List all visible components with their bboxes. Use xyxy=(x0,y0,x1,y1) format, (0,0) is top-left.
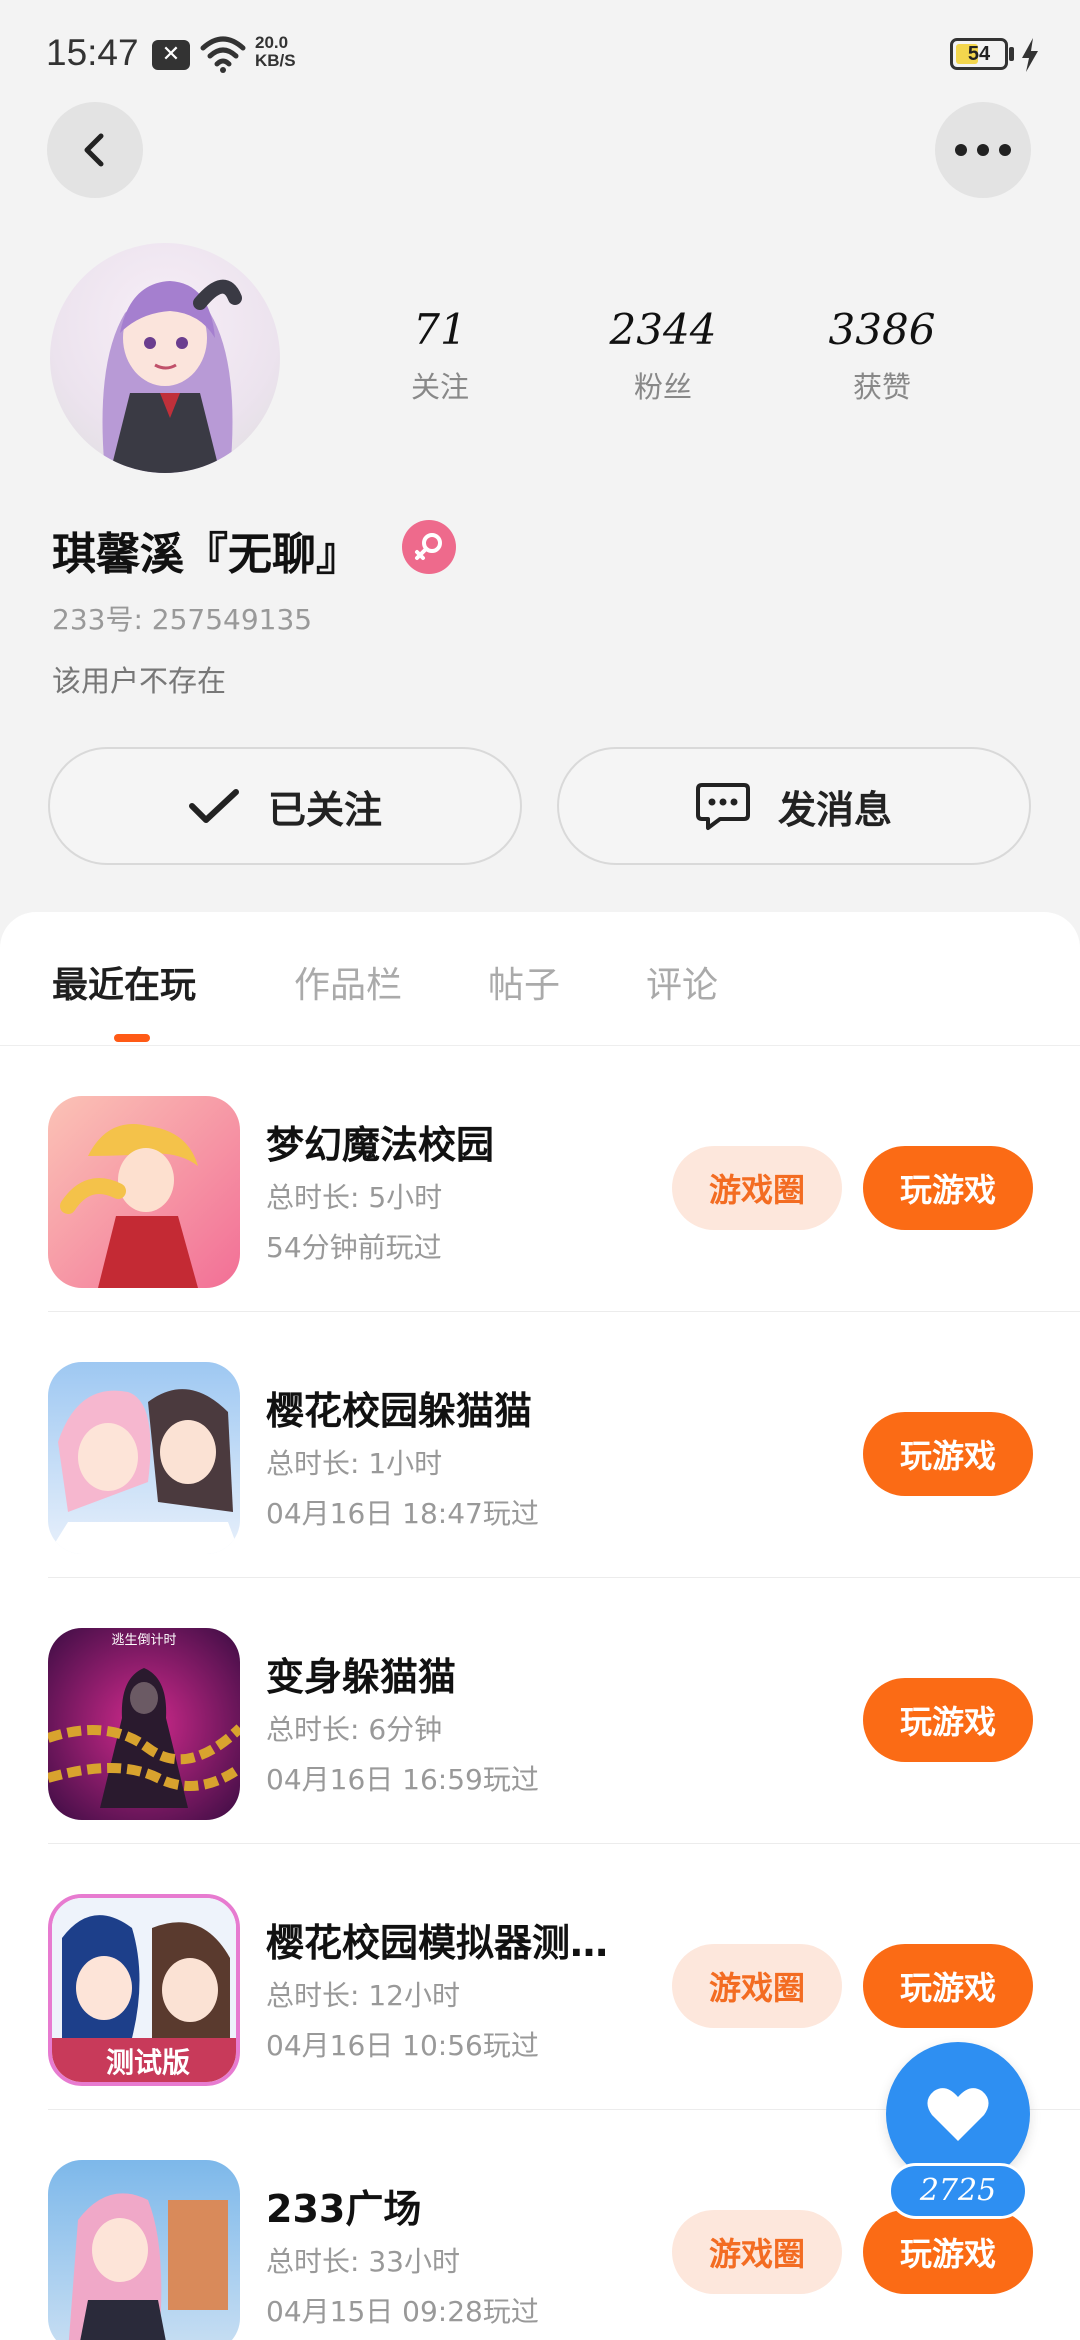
game-title: 樱花校园躲猫猫 xyxy=(266,1389,533,1433)
game-icon-art: 测试版 xyxy=(52,1898,236,2082)
game-title: 樱花校园模拟器测… xyxy=(266,1921,609,1965)
battery-tip xyxy=(1009,47,1014,61)
game-circle-button[interactable]: 游戏圈 xyxy=(672,2210,842,2294)
tab-comments[interactable]: 评论 xyxy=(646,956,718,1008)
stat-following-label: 关注 xyxy=(410,370,469,404)
avatar[interactable] xyxy=(50,243,280,473)
network-speed-unit: KB/S xyxy=(255,51,296,70)
user-bio: 该用户不存在 xyxy=(52,664,227,698)
game-icon-badge: 测试版 xyxy=(106,2046,190,2079)
game-last-played: 54分钟前玩过 xyxy=(266,1231,442,1264)
like-count: 2725 xyxy=(888,2163,1028,2219)
chat-bubble-icon xyxy=(695,783,750,830)
tab-recent-play[interactable]: 最近在玩 xyxy=(52,956,196,1008)
game-last-played: 04月16日 16:59玩过 xyxy=(266,1763,539,1796)
game-total-time: 总时长: 5小时 xyxy=(266,1181,443,1214)
stat-likes-value: 3386 xyxy=(828,305,936,354)
status-time: 15:47 xyxy=(46,32,139,73)
stat-followers-label: 粉丝 xyxy=(633,370,692,404)
status-bar: 15:47 ✕ 20.0 KB/S 54 xyxy=(0,0,1080,110)
avatar-image xyxy=(102,279,242,473)
stat-likes[interactable]: 3386 获赞 xyxy=(792,305,972,406)
more-dots-icon xyxy=(955,144,1011,156)
stat-followers[interactable]: 2344 粉丝 xyxy=(573,305,753,406)
play-game-button[interactable]: 玩游戏 xyxy=(863,1678,1033,1762)
play-game-button[interactable]: 玩游戏 xyxy=(863,2210,1033,2294)
game-icon[interactable]: 测试版 xyxy=(48,1894,240,2086)
game-last-played: 04月16日 10:56玩过 xyxy=(266,2029,539,2062)
game-title: 梦幻魔法校园 xyxy=(266,1123,495,1167)
message-button[interactable]: 发消息 xyxy=(557,747,1031,865)
tab-works[interactable]: 作品栏 xyxy=(294,956,402,1008)
game-last-played: 04月16日 18:47玩过 xyxy=(266,1497,539,1530)
network-speed-value: 20.0 xyxy=(255,33,289,52)
message-label: 发消息 xyxy=(777,787,892,832)
play-game-button[interactable]: 玩游戏 xyxy=(863,1412,1033,1496)
username: 琪馨溪『无聊』 xyxy=(52,529,360,580)
user-id: 233号: 257549135 xyxy=(52,603,313,636)
profile-screen: 15:47 ✕ 20.0 KB/S 54 71 关注 2344 粉丝 3386 … xyxy=(0,0,1080,2340)
game-total-time: 总时长: 12小时 xyxy=(266,1979,460,2012)
game-icon-art xyxy=(48,1096,240,1288)
network-speed: 20.0 KB/S xyxy=(255,34,296,70)
female-icon xyxy=(402,520,456,574)
game-row[interactable]: 樱花校园躲猫猫 总时长: 1小时 04月16日 18:47玩过 玩游戏 xyxy=(48,1312,1080,1578)
check-icon xyxy=(188,789,239,823)
stat-followers-value: 2344 xyxy=(609,305,717,354)
play-game-button[interactable]: 玩游戏 xyxy=(863,1146,1033,1230)
tab-posts[interactable]: 帖子 xyxy=(488,956,560,1008)
game-title: 233广场 xyxy=(266,2187,422,2231)
game-icon-art xyxy=(48,1362,240,1554)
game-circle-button[interactable]: 游戏圈 xyxy=(672,1146,842,1230)
followed-button[interactable]: 已关注 xyxy=(48,747,522,865)
wifi-icon xyxy=(200,36,246,73)
heart-icon xyxy=(927,2088,989,2141)
game-icon[interactable] xyxy=(48,1096,240,1288)
tab-bar: 最近在玩 作品栏 帖子 评论 xyxy=(0,912,1080,1046)
battery-icon: 54 xyxy=(950,38,1008,70)
stat-likes-label: 获赞 xyxy=(852,370,911,404)
game-icon-art xyxy=(48,2160,240,2340)
back-button[interactable] xyxy=(47,102,143,198)
game-icon[interactable] xyxy=(48,2160,240,2340)
charging-icon xyxy=(1022,38,1038,72)
stat-following[interactable]: 71 关注 xyxy=(350,305,530,406)
female-symbol xyxy=(415,533,442,560)
game-icon[interactable] xyxy=(48,1362,240,1554)
game-last-played: 04月15日 09:28玩过 xyxy=(266,2295,539,2328)
battery-percent: 54 xyxy=(967,43,991,65)
notification-x-icon: ✕ xyxy=(152,40,190,70)
game-title: 变身躲猫猫 xyxy=(266,1655,457,1699)
game-circle-button[interactable]: 游戏圈 xyxy=(672,1944,842,2028)
game-icon-art: 逃生倒计时 xyxy=(48,1628,240,1820)
stat-following-value: 71 xyxy=(413,305,467,354)
game-icon-caption: 逃生倒计时 xyxy=(111,1633,176,1648)
followed-label: 已关注 xyxy=(267,787,382,832)
game-row[interactable]: 逃生倒计时 变身躲猫猫 总时长: 6分钟 04月16日 16:59玩过 玩游戏 xyxy=(48,1578,1080,1844)
game-total-time: 总时长: 6分钟 xyxy=(266,1713,443,1746)
game-icon[interactable]: 逃生倒计时 xyxy=(48,1628,240,1820)
tab-indicator xyxy=(114,1034,150,1042)
more-button[interactable] xyxy=(935,102,1031,198)
game-row[interactable]: 梦幻魔法校园 总时长: 5小时 54分钟前玩过 游戏圈 玩游戏 xyxy=(48,1046,1080,1312)
game-total-time: 总时长: 1小时 xyxy=(266,1447,443,1480)
play-game-button[interactable]: 玩游戏 xyxy=(863,1944,1033,2028)
back-arrow-icon xyxy=(84,133,104,167)
game-total-time: 总时长: 33小时 xyxy=(266,2245,460,2278)
